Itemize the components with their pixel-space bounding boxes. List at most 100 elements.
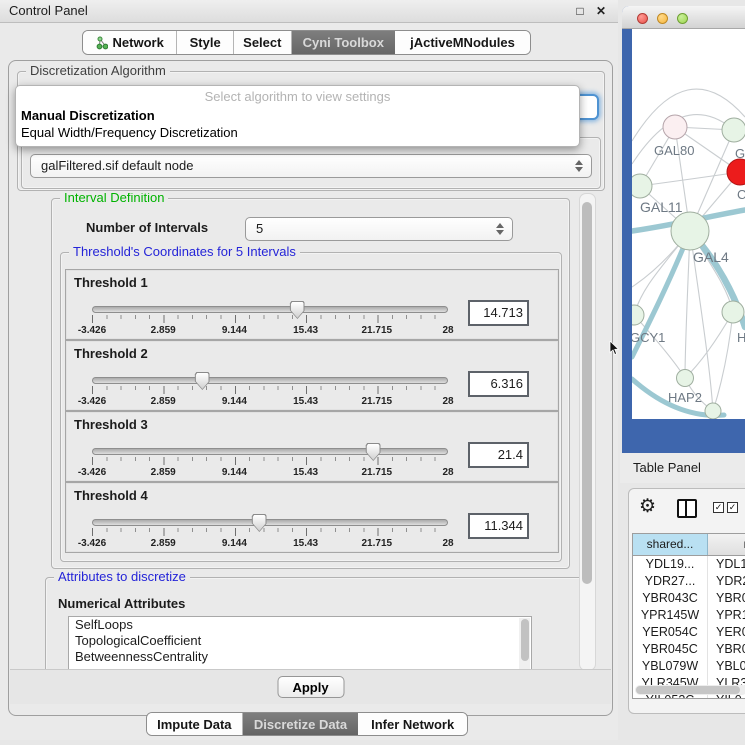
interval-definition-group: Interval Definition Number of Intervals … (51, 198, 570, 569)
scrollbar-thumb[interactable] (582, 202, 592, 584)
threshold-coordinates-title: Threshold's Coordinates for 5 Intervals (69, 245, 300, 259)
threshold-coordinates-group: Threshold's Coordinates for 5 Intervals … (60, 252, 562, 562)
algorithm-option-manual[interactable]: Manual Discretization (21, 108, 155, 123)
settings-scrollbar[interactable] (579, 193, 596, 671)
column-header-name[interactable]: na (708, 534, 745, 555)
tab-infer-network[interactable]: Infer Network (358, 713, 467, 735)
columns-icon[interactable] (677, 499, 697, 518)
table-row[interactable]: YDL19...YDL1 (633, 556, 745, 573)
threshold-panel-3: Threshold 3 -3.426 2.859 9.144 15.43 (65, 411, 559, 482)
threshold-4-value-field[interactable]: 11.344 (468, 513, 529, 539)
tick-label: 28 (442, 396, 453, 407)
close-window-button[interactable]: ✕ (596, 4, 606, 18)
tab-select[interactable]: Select (234, 31, 292, 54)
gear-icon[interactable]: ⚙ (639, 495, 656, 518)
number-of-intervals-value: 5 (256, 221, 263, 236)
slider-handle[interactable] (252, 514, 267, 532)
threshold-1-slider[interactable]: -3.426 2.859 9.144 15.43 21.715 28 (92, 301, 448, 335)
tab-jactivemnodules[interactable]: jActiveMNodules (395, 31, 530, 54)
threshold-3-slider[interactable]: -3.426 2.859 9.144 15.43 21.715 28 (92, 443, 448, 477)
list-item[interactable]: SelfLoops (69, 617, 531, 633)
threshold-4-slider[interactable]: -3.426 2.859 9.144 15.43 21.715 28 (92, 514, 448, 548)
tick-label: 2.859 (151, 396, 176, 407)
table-row[interactable]: YBL079WYBL0 (633, 658, 745, 675)
slider-track[interactable] (92, 377, 448, 384)
checkbox-icon[interactable]: ✓ (713, 502, 724, 513)
cyni-toolbox-panel: Discretization Algorithm Table Data galF… (8, 60, 613, 716)
node-h[interactable] (722, 301, 744, 323)
tab-cyni-toolbox[interactable]: Cyni Toolbox (292, 31, 395, 54)
tick-label: 9.144 (222, 538, 247, 549)
algorithm-placeholder: Select algorithm to view settings (16, 89, 579, 104)
table-row[interactable]: YER054CYER0 (633, 624, 745, 641)
threshold-panel-2: Threshold 2 -3.426 2.859 9.144 15.43 (65, 340, 559, 411)
list-item[interactable]: BetweennessCentrality (69, 649, 531, 665)
node-gal11[interactable] (632, 174, 652, 198)
node-gal80[interactable] (663, 115, 687, 139)
tick-label: 15.43 (293, 538, 318, 549)
threshold-panel-4: Threshold 4 -3.426 2.859 9.144 15.43 (65, 482, 559, 553)
minimize-traffic-light[interactable] (657, 13, 668, 24)
node-gcy1[interactable] (632, 305, 644, 325)
tick-label: -3.426 (78, 538, 106, 549)
slider-track[interactable] (92, 306, 448, 313)
cyni-bottom-tabbar: Impute Data Discretize Data Infer Networ… (146, 712, 468, 736)
tick-label: -3.426 (78, 325, 106, 336)
slider-track[interactable] (92, 448, 448, 455)
tab-network[interactable]: Network (83, 31, 177, 54)
combo-stepper-icon (575, 155, 584, 177)
node-red-selected[interactable] (727, 159, 745, 185)
combo-stepper-icon (496, 218, 505, 240)
node-bottom[interactable] (705, 403, 721, 419)
threshold-2-slider[interactable]: -3.426 2.859 9.144 15.43 21.715 28 (92, 372, 448, 406)
node-label: GAL11 (640, 199, 683, 215)
table-row[interactable]: YDR27...YDR2 (633, 573, 745, 590)
threshold-1-value-field[interactable]: 14.713 (468, 300, 529, 326)
table-header-row: shared... na (633, 534, 745, 556)
apply-button[interactable]: Apply (277, 676, 344, 698)
threshold-1-label: Threshold 1 (74, 275, 148, 290)
table-horizontal-scrollbar[interactable] (635, 685, 745, 695)
node-ga[interactable] (722, 118, 745, 142)
close-traffic-light[interactable] (637, 13, 648, 24)
tab-impute-data[interactable]: Impute Data (147, 713, 243, 735)
node-label: GAL80 (654, 143, 694, 158)
scrollbar-thumb[interactable] (636, 686, 740, 694)
checkbox-icon[interactable]: ✓ (727, 502, 738, 513)
node-gal4[interactable] (671, 212, 709, 250)
threshold-2-label: Threshold 2 (74, 346, 148, 361)
list-item[interactable]: TopologicalCoefficient (69, 633, 531, 649)
tick-label: 9.144 (222, 325, 247, 336)
node-label: C (737, 187, 745, 202)
table-panel-title: Table Panel (620, 460, 701, 475)
table-row[interactable]: YPR145WYPR1 (633, 607, 745, 624)
table-data-selected-value: galFiltered.sif default node (41, 158, 193, 173)
numerical-attributes-list[interactable]: SelfLoops TopologicalCoefficient Between… (68, 616, 532, 669)
threshold-3-value-field[interactable]: 21.4 (468, 442, 529, 468)
slider-handle[interactable] (195, 372, 210, 390)
slider-handle[interactable] (366, 443, 381, 461)
algorithm-dropdown-popup: Select algorithm to view settings Manual… (15, 85, 580, 147)
threshold-2-value-field[interactable]: 6.316 (468, 371, 529, 397)
zoom-traffic-light[interactable] (677, 13, 688, 24)
table-panel-titlebar: Table Panel (620, 453, 745, 483)
tab-style[interactable]: Style (177, 31, 234, 54)
attributes-group: Attributes to discretize Numerical Attri… (45, 577, 579, 669)
slider-track[interactable] (92, 519, 448, 526)
slider-handle[interactable] (290, 301, 305, 319)
window-title: Control Panel (0, 3, 88, 18)
number-of-intervals-select[interactable]: 5 (245, 217, 513, 241)
column-header-shared-name[interactable]: shared... (633, 534, 708, 555)
table-data-select[interactable]: galFiltered.sif default node (30, 154, 592, 178)
table-row[interactable]: YBR045CYBR0 (633, 641, 745, 658)
network-canvas[interactable]: GAL80 GA C GAL11 GAL4 GCY1 H HAP2 (632, 29, 745, 419)
numerical-attributes-label: Numerical Attributes (58, 596, 185, 611)
threshold-3-label: Threshold 3 (74, 417, 148, 432)
tab-discretize-data[interactable]: Discretize Data (243, 713, 359, 735)
node-hap2[interactable] (677, 370, 694, 387)
tick-label: -3.426 (78, 396, 106, 407)
list-scrollbar[interactable] (519, 618, 530, 669)
float-window-button[interactable]: □ (576, 4, 583, 18)
algorithm-option-equal-width[interactable]: Equal Width/Frequency Discretization (21, 125, 238, 140)
table-row[interactable]: YBR043CYBR0 (633, 590, 745, 607)
